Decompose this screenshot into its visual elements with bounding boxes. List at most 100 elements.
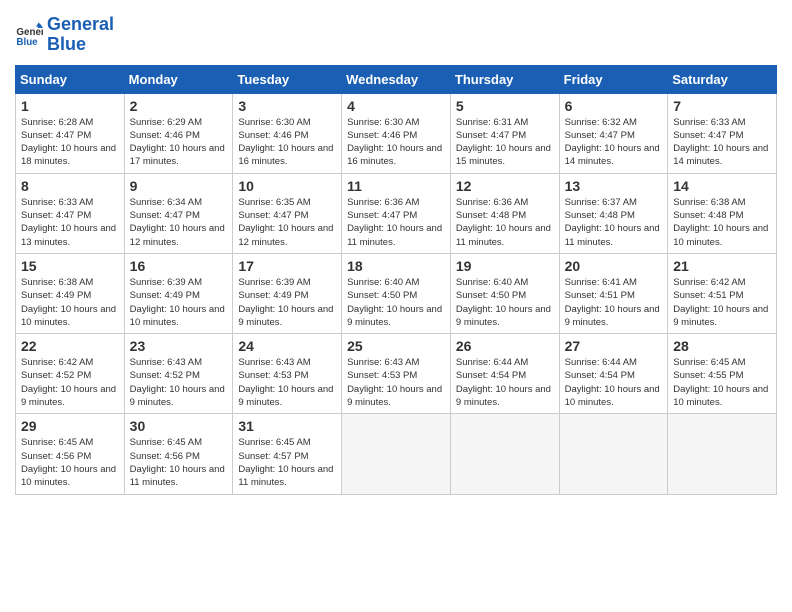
logo: General Blue General Blue xyxy=(15,15,114,55)
calendar-cell: 22 Sunrise: 6:42 AM Sunset: 4:52 PM Dayl… xyxy=(16,334,125,414)
day-info: Sunrise: 6:45 AM Sunset: 4:56 PM Dayligh… xyxy=(21,436,119,489)
column-header-friday: Friday xyxy=(559,65,668,93)
day-number: 1 xyxy=(21,98,119,114)
logo-icon: General Blue xyxy=(15,21,43,49)
column-header-sunday: Sunday xyxy=(16,65,125,93)
day-number: 29 xyxy=(21,418,119,434)
day-info: Sunrise: 6:37 AM Sunset: 4:48 PM Dayligh… xyxy=(565,196,663,249)
day-info: Sunrise: 6:36 AM Sunset: 4:47 PM Dayligh… xyxy=(347,196,445,249)
day-number: 21 xyxy=(673,258,771,274)
calendar-cell: 9 Sunrise: 6:34 AM Sunset: 4:47 PM Dayli… xyxy=(124,173,233,253)
day-info: Sunrise: 6:32 AM Sunset: 4:47 PM Dayligh… xyxy=(565,116,663,169)
calendar-cell: 25 Sunrise: 6:43 AM Sunset: 4:53 PM Dayl… xyxy=(342,334,451,414)
day-info: Sunrise: 6:31 AM Sunset: 4:47 PM Dayligh… xyxy=(456,116,554,169)
day-number: 12 xyxy=(456,178,554,194)
day-info: Sunrise: 6:45 AM Sunset: 4:56 PM Dayligh… xyxy=(130,436,228,489)
day-info: Sunrise: 6:40 AM Sunset: 4:50 PM Dayligh… xyxy=(347,276,445,329)
calendar-cell: 18 Sunrise: 6:40 AM Sunset: 4:50 PM Dayl… xyxy=(342,253,451,333)
column-header-saturday: Saturday xyxy=(668,65,777,93)
svg-text:Blue: Blue xyxy=(16,37,38,48)
logo-general: General xyxy=(47,14,114,34)
day-number: 30 xyxy=(130,418,228,434)
calendar-cell: 10 Sunrise: 6:35 AM Sunset: 4:47 PM Dayl… xyxy=(233,173,342,253)
calendar-cell: 31 Sunrise: 6:45 AM Sunset: 4:57 PM Dayl… xyxy=(233,414,342,494)
calendar-week-row: 1 Sunrise: 6:28 AM Sunset: 4:47 PM Dayli… xyxy=(16,93,777,173)
calendar-cell xyxy=(450,414,559,494)
day-info: Sunrise: 6:44 AM Sunset: 4:54 PM Dayligh… xyxy=(456,356,554,409)
day-info: Sunrise: 6:43 AM Sunset: 4:53 PM Dayligh… xyxy=(347,356,445,409)
day-info: Sunrise: 6:42 AM Sunset: 4:51 PM Dayligh… xyxy=(673,276,771,329)
calendar-cell: 13 Sunrise: 6:37 AM Sunset: 4:48 PM Dayl… xyxy=(559,173,668,253)
page-header: General Blue General Blue xyxy=(15,15,777,55)
column-header-tuesday: Tuesday xyxy=(233,65,342,93)
day-number: 14 xyxy=(673,178,771,194)
calendar-cell: 20 Sunrise: 6:41 AM Sunset: 4:51 PM Dayl… xyxy=(559,253,668,333)
day-number: 17 xyxy=(238,258,336,274)
calendar-week-row: 22 Sunrise: 6:42 AM Sunset: 4:52 PM Dayl… xyxy=(16,334,777,414)
logo-text: General Blue xyxy=(47,15,114,55)
calendar-cell: 16 Sunrise: 6:39 AM Sunset: 4:49 PM Dayl… xyxy=(124,253,233,333)
calendar-cell: 3 Sunrise: 6:30 AM Sunset: 4:46 PM Dayli… xyxy=(233,93,342,173)
day-number: 13 xyxy=(565,178,663,194)
calendar-cell: 5 Sunrise: 6:31 AM Sunset: 4:47 PM Dayli… xyxy=(450,93,559,173)
calendar-cell: 17 Sunrise: 6:39 AM Sunset: 4:49 PM Dayl… xyxy=(233,253,342,333)
day-info: Sunrise: 6:30 AM Sunset: 4:46 PM Dayligh… xyxy=(238,116,336,169)
day-number: 20 xyxy=(565,258,663,274)
day-info: Sunrise: 6:44 AM Sunset: 4:54 PM Dayligh… xyxy=(565,356,663,409)
calendar-cell xyxy=(342,414,451,494)
calendar-cell: 7 Sunrise: 6:33 AM Sunset: 4:47 PM Dayli… xyxy=(668,93,777,173)
calendar-week-row: 8 Sunrise: 6:33 AM Sunset: 4:47 PM Dayli… xyxy=(16,173,777,253)
day-number: 24 xyxy=(238,338,336,354)
day-info: Sunrise: 6:35 AM Sunset: 4:47 PM Dayligh… xyxy=(238,196,336,249)
day-number: 9 xyxy=(130,178,228,194)
day-number: 27 xyxy=(565,338,663,354)
calendar-cell: 26 Sunrise: 6:44 AM Sunset: 4:54 PM Dayl… xyxy=(450,334,559,414)
calendar-cell: 12 Sunrise: 6:36 AM Sunset: 4:48 PM Dayl… xyxy=(450,173,559,253)
calendar-week-row: 29 Sunrise: 6:45 AM Sunset: 4:56 PM Dayl… xyxy=(16,414,777,494)
day-number: 15 xyxy=(21,258,119,274)
day-number: 26 xyxy=(456,338,554,354)
calendar-header-row: SundayMondayTuesdayWednesdayThursdayFrid… xyxy=(16,65,777,93)
day-number: 8 xyxy=(21,178,119,194)
calendar-week-row: 15 Sunrise: 6:38 AM Sunset: 4:49 PM Dayl… xyxy=(16,253,777,333)
day-info: Sunrise: 6:43 AM Sunset: 4:53 PM Dayligh… xyxy=(238,356,336,409)
day-info: Sunrise: 6:39 AM Sunset: 4:49 PM Dayligh… xyxy=(238,276,336,329)
day-info: Sunrise: 6:28 AM Sunset: 4:47 PM Dayligh… xyxy=(21,116,119,169)
calendar-cell: 28 Sunrise: 6:45 AM Sunset: 4:55 PM Dayl… xyxy=(668,334,777,414)
calendar-cell xyxy=(668,414,777,494)
day-number: 23 xyxy=(130,338,228,354)
day-info: Sunrise: 6:33 AM Sunset: 4:47 PM Dayligh… xyxy=(673,116,771,169)
day-number: 25 xyxy=(347,338,445,354)
day-info: Sunrise: 6:45 AM Sunset: 4:55 PM Dayligh… xyxy=(673,356,771,409)
day-info: Sunrise: 6:45 AM Sunset: 4:57 PM Dayligh… xyxy=(238,436,336,489)
day-info: Sunrise: 6:29 AM Sunset: 4:46 PM Dayligh… xyxy=(130,116,228,169)
column-header-thursday: Thursday xyxy=(450,65,559,93)
day-number: 18 xyxy=(347,258,445,274)
logo-blue: Blue xyxy=(47,34,86,54)
day-info: Sunrise: 6:43 AM Sunset: 4:52 PM Dayligh… xyxy=(130,356,228,409)
calendar-cell: 24 Sunrise: 6:43 AM Sunset: 4:53 PM Dayl… xyxy=(233,334,342,414)
calendar-table: SundayMondayTuesdayWednesdayThursdayFrid… xyxy=(15,65,777,495)
day-number: 2 xyxy=(130,98,228,114)
day-number: 6 xyxy=(565,98,663,114)
day-info: Sunrise: 6:33 AM Sunset: 4:47 PM Dayligh… xyxy=(21,196,119,249)
day-number: 19 xyxy=(456,258,554,274)
calendar-cell: 11 Sunrise: 6:36 AM Sunset: 4:47 PM Dayl… xyxy=(342,173,451,253)
calendar-cell: 14 Sunrise: 6:38 AM Sunset: 4:48 PM Dayl… xyxy=(668,173,777,253)
calendar-cell: 23 Sunrise: 6:43 AM Sunset: 4:52 PM Dayl… xyxy=(124,334,233,414)
calendar-cell: 21 Sunrise: 6:42 AM Sunset: 4:51 PM Dayl… xyxy=(668,253,777,333)
day-info: Sunrise: 6:41 AM Sunset: 4:51 PM Dayligh… xyxy=(565,276,663,329)
day-number: 10 xyxy=(238,178,336,194)
day-number: 31 xyxy=(238,418,336,434)
day-number: 5 xyxy=(456,98,554,114)
calendar-cell: 1 Sunrise: 6:28 AM Sunset: 4:47 PM Dayli… xyxy=(16,93,125,173)
day-number: 16 xyxy=(130,258,228,274)
day-number: 22 xyxy=(21,338,119,354)
calendar-cell xyxy=(559,414,668,494)
day-number: 7 xyxy=(673,98,771,114)
calendar-cell: 15 Sunrise: 6:38 AM Sunset: 4:49 PM Dayl… xyxy=(16,253,125,333)
day-info: Sunrise: 6:38 AM Sunset: 4:48 PM Dayligh… xyxy=(673,196,771,249)
calendar-cell: 27 Sunrise: 6:44 AM Sunset: 4:54 PM Dayl… xyxy=(559,334,668,414)
column-header-wednesday: Wednesday xyxy=(342,65,451,93)
day-info: Sunrise: 6:38 AM Sunset: 4:49 PM Dayligh… xyxy=(21,276,119,329)
